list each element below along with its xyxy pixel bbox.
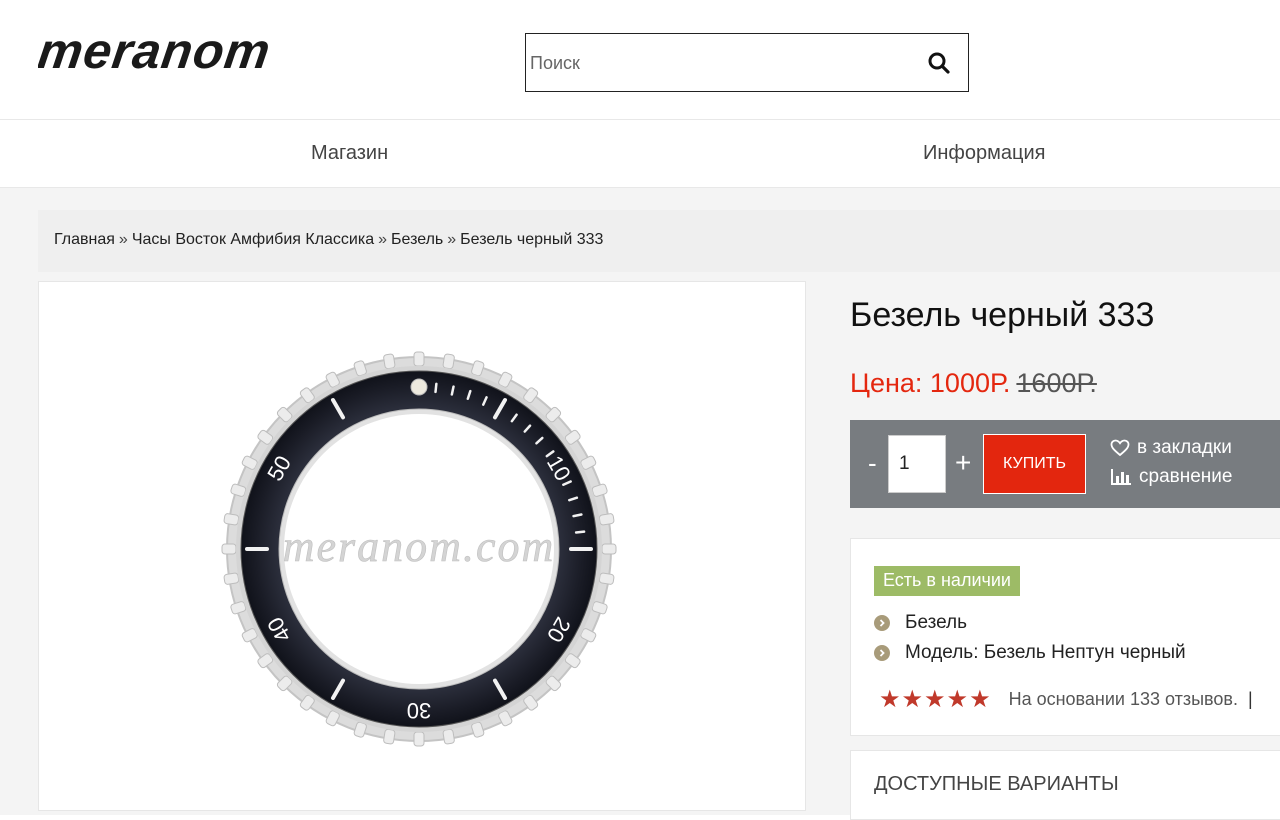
bezel-notch	[413, 351, 425, 367]
heart-icon	[1110, 439, 1130, 457]
search-button[interactable]	[924, 49, 954, 79]
bezel-tick	[434, 382, 438, 394]
search-icon	[928, 52, 950, 74]
bezel-notch	[383, 353, 396, 370]
rating-row: ★★★★★ На основании 133 отзывов. |	[879, 685, 1253, 713]
buy-button[interactable]: КУПИТЬ	[983, 434, 1086, 494]
add-to-bookmarks-link[interactable]: в закладки	[1110, 437, 1232, 459]
bookmark-label: в закладки	[1137, 437, 1232, 458]
svg-text:meranom: meranom	[38, 26, 274, 79]
breadcrumb-subcategory[interactable]: Безель	[391, 231, 443, 248]
compare-label: сравнение	[1139, 466, 1233, 487]
current-price: Цена: 1000Р.	[850, 368, 1011, 398]
bezel-notch	[598, 513, 615, 526]
breadcrumb-current[interactable]: Безель черный 333	[460, 231, 603, 248]
old-price: 1600Р.	[1016, 368, 1097, 398]
bezel-notch	[223, 513, 240, 526]
search-input[interactable]	[530, 44, 910, 82]
breadcrumb-separator: »	[118, 231, 128, 248]
bezel-notch	[221, 543, 237, 555]
star-rating[interactable]: ★★★★★	[879, 685, 992, 713]
bezel-tick	[572, 513, 583, 518]
bezel-notch	[413, 731, 425, 747]
search-box	[525, 33, 969, 92]
bezel-notch	[223, 572, 240, 585]
quantity-decrease-button[interactable]: -	[868, 448, 877, 478]
bezel-notch	[601, 543, 617, 555]
buy-bar: - + КУПИТЬ в закладки сравнение	[850, 420, 1280, 508]
chevron-right-icon	[874, 615, 890, 631]
bezel-notch	[442, 353, 455, 370]
bezel-notch	[383, 728, 396, 745]
price-line: Цена: 1000Р. 1600Р.	[850, 368, 1097, 399]
product-image-panel[interactable]: 10 20 30 40 50 meranom.com	[38, 281, 806, 811]
spec-item[interactable]: Модель: Безель Нептун черный	[874, 642, 1186, 664]
bar-chart-icon	[1111, 469, 1131, 485]
bezel-numeral: 30	[407, 698, 431, 723]
bezel-tick	[574, 530, 586, 534]
nav-item-info[interactable]: Информация	[923, 142, 1045, 165]
quantity-input[interactable]	[888, 435, 946, 493]
stock-badge: Есть в наличии	[874, 566, 1020, 596]
breadcrumb-separator: »	[447, 231, 457, 248]
quantity-increase-button[interactable]: +	[955, 448, 971, 478]
watermark-text: meranom.com	[283, 522, 556, 571]
spec-text: Безель	[905, 612, 968, 633]
reviews-count[interactable]: На основании 133 отзывов. |	[1009, 689, 1253, 710]
breadcrumb-separator: »	[378, 231, 388, 248]
nav-item-shop[interactable]: Магазин	[311, 142, 388, 165]
spec-text: Модель: Безель Нептун черный	[905, 642, 1186, 663]
breadcrumb-home[interactable]: Главная	[54, 231, 115, 248]
main-nav: Магазин Информация	[0, 119, 1280, 188]
bezel-notch	[598, 572, 615, 585]
site-logo[interactable]: meranom	[35, 23, 338, 82]
divider: |	[1248, 688, 1253, 709]
logo-wordmark: meranom	[35, 23, 275, 79]
compare-link[interactable]: сравнение	[1110, 466, 1232, 488]
site-header: meranom	[0, 0, 1280, 120]
product-info-box: Есть в наличии Безель Модель: Безель Неп…	[850, 538, 1280, 736]
product-image: 1020304050 meranom.com	[221, 351, 617, 747]
breadcrumb-category[interactable]: Часы Восток Амфибия Классика	[132, 231, 374, 248]
bezel-tick	[450, 385, 455, 396]
spec-item[interactable]: Безель	[874, 612, 967, 634]
reviews-text: На основании 133 отзывов.	[1008, 688, 1238, 709]
chevron-right-icon	[874, 645, 890, 661]
product-title: Безель черный 333	[850, 296, 1155, 334]
variants-title: ДОСТУПНЫЕ ВАРИАНТЫ	[874, 773, 1119, 795]
variants-box: ДОСТУПНЫЕ ВАРИАНТЫ	[850, 750, 1280, 820]
bezel-notch	[442, 728, 455, 745]
breadcrumb: Главная» Часы Восток Амфибия Классика» Без…	[38, 210, 1280, 272]
